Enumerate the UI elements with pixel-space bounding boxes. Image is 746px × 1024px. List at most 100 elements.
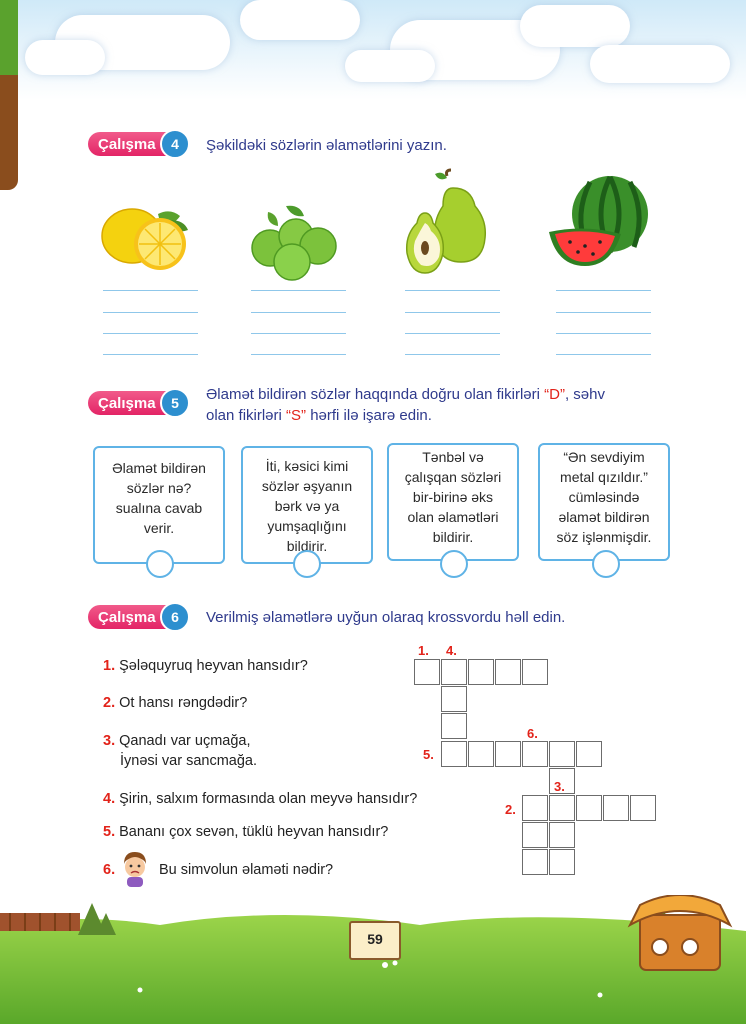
- crossword-cell[interactable]: [522, 741, 548, 767]
- question-text: İynəsi var sancmağa.: [120, 753, 258, 769]
- crossword-cell[interactable]: [576, 741, 602, 767]
- badge-number: 4: [160, 129, 190, 159]
- cloud: [240, 0, 360, 40]
- crossword-cell[interactable]: [576, 795, 602, 821]
- crossword-cell[interactable]: [441, 741, 467, 767]
- crossword-cell[interactable]: [441, 659, 467, 685]
- exercise-5-badge: Çalışma 5: [88, 388, 190, 418]
- instruction-text: hərfi ilə işarə edin.: [306, 407, 432, 424]
- question-6: 6.: [103, 860, 115, 880]
- card-line: çalışqan sözləri: [404, 469, 502, 485]
- question-number: 2.: [103, 695, 116, 711]
- crossword-cell[interactable]: [603, 795, 629, 821]
- card-line: bərk və ya: [274, 498, 340, 514]
- card-line: bildirir.: [432, 529, 474, 545]
- statement-card-4: “Ən sevdiyim metal qızıldır.” cümləsində…: [538, 443, 670, 561]
- badge-label: Çalışma: [98, 609, 156, 626]
- cloud: [520, 5, 630, 47]
- exercise-6-instruction: Verilmiş əlamətlərə uyğun olaraq krossvo…: [206, 609, 566, 626]
- question-text: Bu simvolun əlaməti nədir?: [159, 862, 334, 878]
- sad-child-icon: [124, 852, 146, 887]
- question-3-line-2: İynəsi var sancmağa.: [120, 751, 257, 771]
- question-number: 6.: [103, 862, 116, 878]
- card-line: söz işlənmişdir.: [556, 529, 652, 545]
- question-6-text: Bu simvolun əlaməti nədir?: [159, 860, 333, 880]
- letter-d: “D”: [544, 386, 565, 403]
- question-number: 3.: [103, 733, 116, 749]
- crossword-cell[interactable]: [414, 659, 440, 685]
- crossword-number-6: 6.: [527, 726, 538, 741]
- card-line: Tənbəl və: [422, 449, 484, 465]
- watermelon-image: [549, 175, 648, 266]
- cloud: [590, 45, 730, 83]
- crossword-cell[interactable]: [549, 849, 575, 875]
- crossword-cell[interactable]: [441, 686, 467, 712]
- pears-image: [405, 168, 487, 274]
- exercise-5-instruction: Əlamət bildirən sözlər haqqında doğru ol…: [206, 384, 605, 426]
- question-text: Şirin, salxım formasında olan meyvə hans…: [119, 791, 418, 807]
- crossword-number-5: 5.: [423, 747, 434, 762]
- card-line: olan əlamətləri: [407, 509, 499, 525]
- crossword-cell[interactable]: [549, 795, 575, 821]
- instruction-text: Əlamət bildirən sözlər haqqında doğru ol…: [206, 386, 545, 403]
- crossword-cell[interactable]: [468, 659, 494, 685]
- card-line: sualına cavab: [115, 500, 203, 516]
- question-number: 5.: [103, 824, 116, 840]
- card-line: əlamət bildirən: [558, 509, 650, 525]
- exercise-4-instruction: Şəkildəki sözlərin əlamətlərini yazın.: [206, 137, 447, 154]
- card-line: “Ən sevdiyim: [563, 449, 645, 465]
- page-number: 59: [367, 931, 383, 947]
- badge-number: 6: [160, 602, 190, 632]
- card-line: Əlamət bildirən: [112, 460, 206, 476]
- crossword-cell[interactable]: [468, 741, 494, 767]
- card-line: İti, kəsici kimi: [265, 458, 349, 474]
- crossword-cell[interactable]: [495, 741, 521, 767]
- answer-circle-1[interactable]: [146, 550, 174, 578]
- question-3: 3. Qanadı var uçmağa,: [103, 731, 251, 751]
- question-number: 1.: [103, 658, 116, 674]
- card-line: cümləsində: [568, 489, 640, 505]
- page-number-box: 59: [349, 921, 401, 960]
- exercise-4-badge: Çalışma 4: [88, 129, 190, 159]
- crossword-cell[interactable]: [549, 741, 575, 767]
- crossword-cell[interactable]: [522, 822, 548, 848]
- crossword-cell[interactable]: [630, 795, 656, 821]
- answer-circle-2[interactable]: [293, 550, 321, 578]
- badge-label: Çalışma: [98, 136, 156, 153]
- statement-card-2: İti, kəsici kimi sözlər əşyanın bərk və …: [241, 446, 373, 564]
- badge-number: 5: [160, 388, 190, 418]
- house-image: [627, 895, 733, 971]
- instruction-text: olan fikirləri: [206, 407, 287, 424]
- badge-label: Çalışma: [98, 395, 156, 412]
- crossword-cell[interactable]: [522, 849, 548, 875]
- card-line: yumşaqlığını: [267, 518, 347, 534]
- lemon-image: [101, 208, 188, 270]
- instruction-text: , səhv: [564, 386, 605, 403]
- question-4: 4. Şirin, salxım formasında olan meyvə h…: [103, 789, 417, 809]
- exercise-6-badge: Çalışma 6: [88, 602, 190, 632]
- crossword-cell[interactable]: [495, 659, 521, 685]
- question-2: 2. Ot hansı rəngdədir?: [103, 693, 247, 713]
- crossword-number-1: 1.: [418, 643, 429, 658]
- card-line: bir-birinə əks: [412, 489, 494, 505]
- crossword-cell[interactable]: [522, 659, 548, 685]
- question-text: Ot hansı rəngdədir?: [119, 695, 248, 711]
- question-text: Bananı çox sevən, tüklü heyvan hansıdır?: [119, 824, 389, 840]
- statement-card-1: Əlamət bildirən sözlər nə? sualına cavab…: [93, 446, 225, 564]
- statement-card-3: Tənbəl və çalışqan sözləri bir-birinə ək…: [387, 443, 519, 561]
- card-line: sözlər nə?: [126, 480, 192, 496]
- question-5: 5. Bananı çox sevən, tüklü heyvan hansıd…: [103, 822, 388, 842]
- card-line: sözlər əşyanın: [261, 478, 353, 494]
- card-line: verir.: [143, 520, 175, 536]
- answer-circle-4[interactable]: [592, 550, 620, 578]
- crossword-cell[interactable]: [549, 822, 575, 848]
- cloud: [345, 50, 435, 82]
- letter-s: “S”: [286, 407, 307, 424]
- crossword-cell[interactable]: [441, 713, 467, 739]
- crossword-cell[interactable]: [522, 795, 548, 821]
- answer-circle-3[interactable]: [440, 550, 468, 578]
- cloud: [25, 40, 105, 75]
- question-number: 4.: [103, 791, 116, 807]
- crossword-number-2: 2.: [505, 802, 516, 817]
- question-text: Şələquyruq heyvan hansıdır?: [119, 658, 308, 674]
